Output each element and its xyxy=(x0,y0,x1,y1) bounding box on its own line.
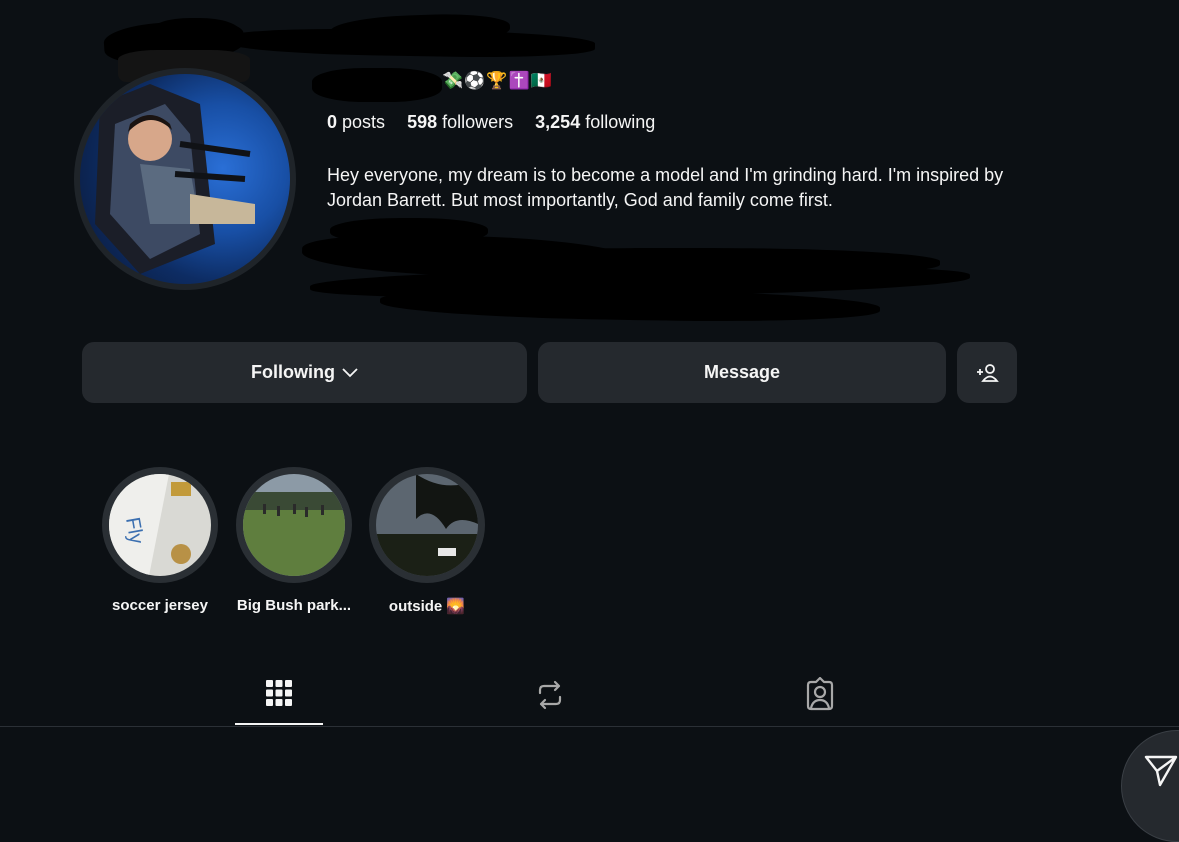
messages-fab[interactable] xyxy=(1121,730,1179,842)
highlight-cover xyxy=(243,474,345,576)
following-count: 3,254 xyxy=(535,112,581,132)
message-button[interactable]: Message xyxy=(538,342,946,403)
highlight-label: Big Bush park... xyxy=(236,597,352,614)
highlight-ring: Fly xyxy=(102,467,218,583)
following-label: following xyxy=(585,112,656,132)
highlight-label: soccer jersey xyxy=(112,597,208,614)
highlight-label: outside 🌄 xyxy=(388,598,466,615)
message-button-label: Message xyxy=(703,362,781,382)
active-tab-indicator xyxy=(235,723,323,725)
profile-stats: 0 posts 598 followers 3,254 following xyxy=(327,112,655,133)
add-user-button[interactable] xyxy=(957,342,1017,403)
avatar-photo xyxy=(95,84,255,274)
reposts-icon xyxy=(538,680,562,710)
jersey-photo: Fly xyxy=(109,474,211,576)
send-icon xyxy=(1144,755,1178,787)
chevron-down-icon xyxy=(342,367,358,377)
following-button[interactable]: Following xyxy=(82,342,527,403)
following-button-label: Following xyxy=(251,362,335,382)
profile-avatar[interactable] xyxy=(74,68,296,290)
person-add-icon xyxy=(977,363,999,382)
followers-label: followers xyxy=(442,112,514,132)
grid-icon xyxy=(266,680,292,706)
posts-count: 0 xyxy=(327,112,338,132)
profile-bio: Hey everyone, my dream is to become a mo… xyxy=(327,165,1004,210)
following-stat[interactable]: 3,254 following xyxy=(535,112,655,133)
highlight-soccer-jersey[interactable]: Fly soccer jersey xyxy=(101,467,219,614)
posts-label: posts xyxy=(342,112,386,132)
posts-stat: 0 posts xyxy=(327,112,385,133)
tab-tagged[interactable] xyxy=(802,676,838,713)
svg-text:Fly: Fly xyxy=(121,515,147,545)
park-photo xyxy=(243,474,345,576)
avatar-image xyxy=(80,74,290,284)
highlight-big-bush-park[interactable]: Big Bush park... xyxy=(235,467,353,614)
followers-count: 598 xyxy=(407,112,438,132)
followers-stat[interactable]: 598 followers xyxy=(407,112,513,133)
tab-reposts[interactable] xyxy=(532,677,568,713)
highlight-outside[interactable]: outside 🌄 xyxy=(368,467,486,615)
highlight-cover xyxy=(376,474,478,576)
highlight-ring xyxy=(236,467,352,583)
outside-photo xyxy=(376,474,478,576)
tab-posts[interactable] xyxy=(261,677,297,713)
name-emojis: 💸⚽🏆✝️🇲🇽 xyxy=(442,71,553,90)
tagged-icon xyxy=(806,676,834,711)
highlight-ring xyxy=(369,467,485,583)
highlight-cover: Fly xyxy=(109,474,211,576)
tabs-divider xyxy=(0,726,1179,727)
